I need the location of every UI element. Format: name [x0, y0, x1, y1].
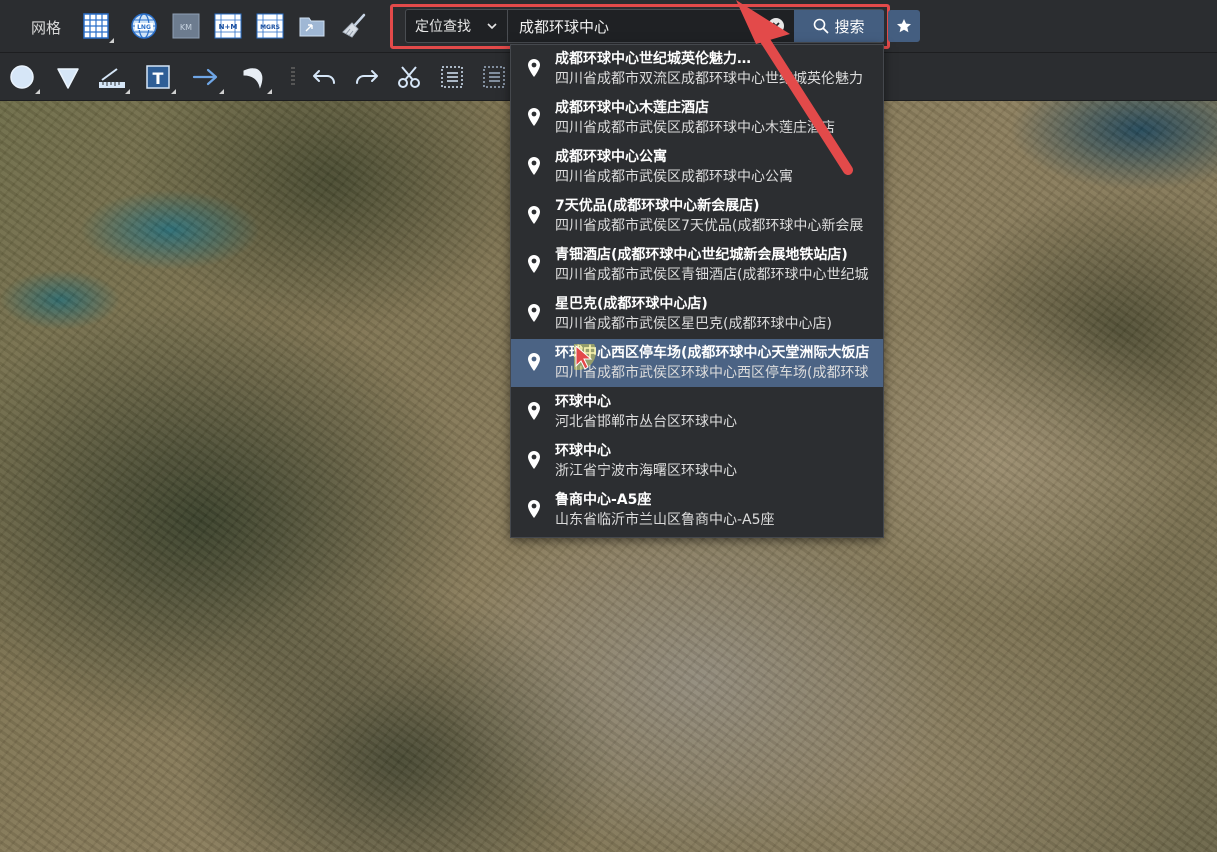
- result-name: 7天优品(成都环球中心新会展店): [555, 198, 760, 214]
- result-name: 鲁商中心-A5座: [555, 492, 652, 508]
- globe-lnglat-icon[interactable]: LNG: [129, 11, 159, 41]
- km-grid-icon[interactable]: KM: [171, 11, 201, 41]
- search-result-item[interactable]: 7天优品(成都环球中心新会展店) 四川省成都市武侯区7天优品(成都环球中心新会展: [511, 192, 883, 240]
- result-address: 四川省成都市武侯区成都环球中心公寓: [555, 169, 793, 185]
- measure-ruler-icon[interactable]: [97, 62, 130, 94]
- search-result-item[interactable]: 星巴克(成都环球中心店) 四川省成都市武侯区星巴克(成都环球中心店): [511, 290, 883, 338]
- mgrs-grid-icon[interactable]: MGRS: [255, 11, 285, 41]
- search-result-item[interactable]: 青钿酒店(成都环球中心世纪城新会展地铁站店) 四川省成都市武侯区青钿酒店(成都环球…: [511, 241, 883, 289]
- result-name: 成都环球中心木莲庄酒店: [555, 100, 709, 116]
- search-result-item[interactable]: 环球中心河北省邯郸市丛台区环球中心: [511, 388, 883, 436]
- result-address: 浙江省宁波市海曙区环球中心: [555, 463, 737, 479]
- folder-icon[interactable]: [297, 11, 327, 41]
- result-address: 四川省成都市武侯区青钿酒店(成都环球中心世纪城: [555, 267, 869, 283]
- star-icon: [897, 19, 911, 33]
- location-pin-icon: [528, 157, 540, 175]
- arrow-draw-icon[interactable]: [191, 62, 224, 94]
- result-name: 成都环球中心世纪城英伦魅力…: [555, 51, 751, 67]
- svg-text:LNG: LNG: [137, 24, 151, 31]
- search-result-item[interactable]: 成都环球中心木莲庄酒店四川省成都市武侯区成都环球中心木莲庄酒店: [511, 94, 883, 142]
- search-result-item[interactable]: 鲁商中心-A5座山东省临沂市兰山区鲁商中心-A5座: [511, 486, 883, 534]
- location-pin-icon: [528, 304, 540, 322]
- search-result-item[interactable]: 成都环球中心公寓四川省成都市武侯区成都环球中心公寓: [511, 143, 883, 191]
- toolbar-separator: [291, 67, 295, 87]
- location-pin-icon: [528, 451, 540, 469]
- svg-text:KM: KM: [180, 23, 192, 32]
- search-result-item[interactable]: 环球中心西区停车场(成都环球中心天堂洲际大饭店 四川省成都市武侯区环球中心西区停车…: [511, 339, 883, 387]
- result-name: 环球中心: [555, 394, 611, 410]
- scissors-icon[interactable]: [394, 62, 424, 92]
- shield-draw-icon[interactable]: [53, 62, 83, 92]
- svg-text:T: T: [153, 69, 164, 88]
- search-button-label: 搜索: [834, 17, 865, 36]
- list-clear-icon[interactable]: [479, 62, 509, 92]
- search-mode-label: 定位查找: [415, 19, 471, 35]
- result-address: 河北省邯郸市丛台区环球中心: [555, 414, 737, 430]
- result-address: 四川省成都市双流区成都环球中心世纪城英伦魅力: [555, 71, 863, 87]
- location-pin-icon: [528, 59, 540, 77]
- location-pin-icon: [528, 402, 540, 420]
- redo-icon[interactable]: [352, 62, 382, 92]
- undo-icon[interactable]: [309, 62, 339, 92]
- circle-draw-icon[interactable]: [7, 62, 40, 94]
- result-address: 四川省成都市武侯区7天优品(成都环球中心新会展: [555, 218, 864, 234]
- location-pin-icon: [528, 255, 540, 273]
- location-pin-icon: [528, 206, 540, 224]
- search-result-item[interactable]: 环球中心浙江省宁波市海曙区环球中心: [511, 437, 883, 485]
- grid-label[interactable]: 网格: [31, 17, 61, 38]
- result-name: 青钿酒店(成都环球中心世纪城新会展地铁站店): [555, 247, 848, 263]
- location-pin-icon: [528, 353, 540, 371]
- broom-icon[interactable]: [339, 11, 369, 41]
- chevron-down-icon: [487, 23, 497, 30]
- search-button[interactable]: 搜索: [794, 10, 884, 42]
- search-result-item[interactable]: 成都环球中心世纪城英伦魅力… 四川省成都市双流区成都环球中心世纪城英伦魅力: [511, 45, 883, 93]
- result-name: 环球中心西区停车场(成都环球中心天堂洲际大饭店: [555, 345, 870, 361]
- result-address: 四川省成都市武侯区星巴克(成都环球中心店): [555, 316, 832, 332]
- close-icon: [772, 22, 780, 30]
- result-address: 山东省临沂市兰山区鲁商中心-A5座: [555, 512, 775, 528]
- clear-search-button[interactable]: [768, 18, 784, 34]
- search-input[interactable]: [510, 10, 796, 42]
- text-frame-icon[interactable]: T: [143, 62, 176, 94]
- curve-draw-icon[interactable]: [239, 62, 272, 94]
- search-results-dropdown: 成都环球中心世纪城英伦魅力… 四川省成都市双流区成都环球中心世纪城英伦魅力 成都环球…: [510, 44, 884, 538]
- favorite-button[interactable]: [888, 10, 920, 42]
- search-icon: [814, 18, 829, 34]
- location-pin-icon: [528, 500, 540, 518]
- result-name: 成都环球中心公寓: [555, 149, 667, 165]
- result-name: 星巴克(成都环球中心店): [555, 296, 708, 312]
- nm-grid-icon[interactable]: N+M: [213, 11, 243, 41]
- svg-text:MGRS: MGRS: [260, 24, 280, 31]
- grid-table-icon[interactable]: [81, 11, 114, 43]
- location-pin-icon: [528, 108, 540, 126]
- svg-text:N+M: N+M: [219, 23, 238, 31]
- list-select-icon[interactable]: [437, 62, 467, 92]
- search-mode-select[interactable]: 定位查找: [406, 10, 508, 42]
- result-address: 四川省成都市武侯区环球中心西区停车场(成都环球: [555, 365, 869, 381]
- result-address: 四川省成都市武侯区成都环球中心木莲庄酒店: [555, 120, 835, 136]
- result-name: 环球中心: [555, 443, 611, 459]
- search-bar: 定位查找 搜索: [405, 9, 884, 43]
